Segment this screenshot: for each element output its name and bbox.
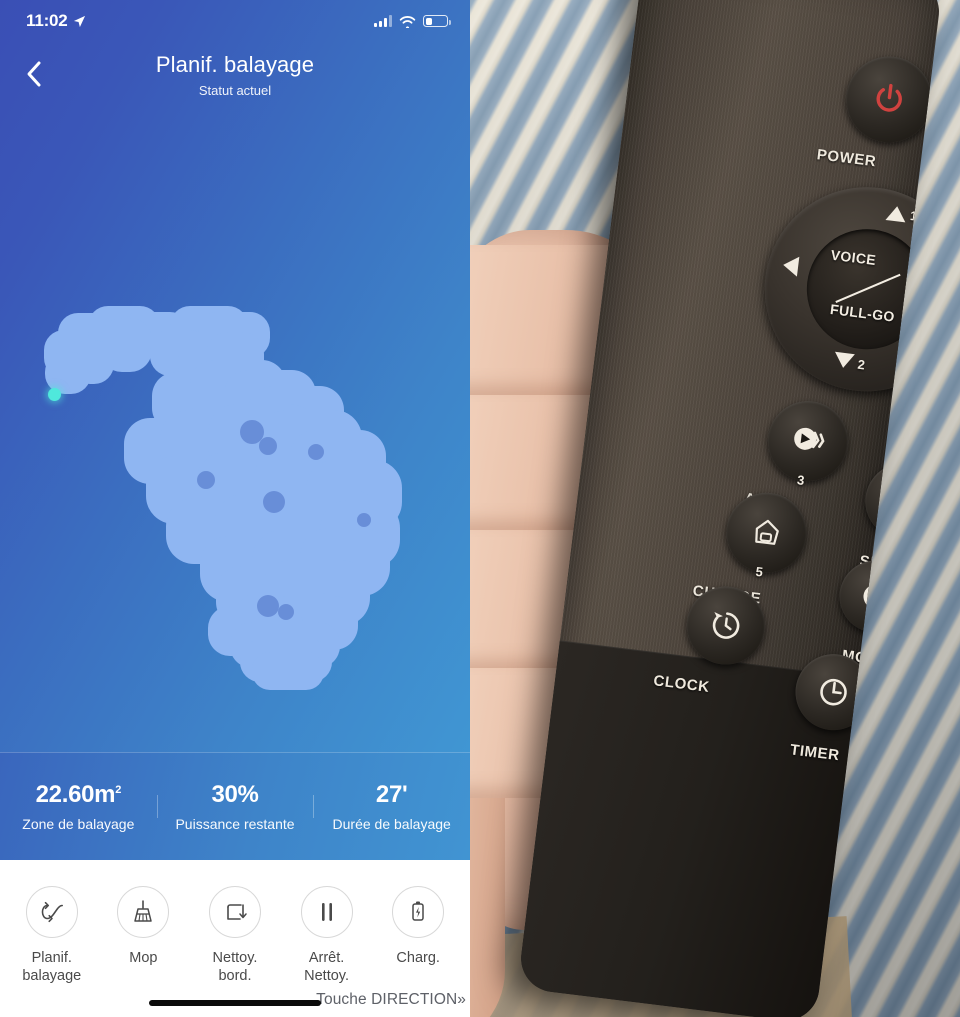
map-pane[interactable]: 11:02 Planif. balayage Statut actuel bbox=[0, 0, 470, 752]
dpad-fullgo-label: FULL-GO bbox=[829, 300, 896, 325]
status-bar-left: 11:02 bbox=[26, 11, 86, 31]
wifi-icon bbox=[399, 15, 416, 28]
toolbar-label-mop: Mop bbox=[129, 950, 158, 966]
play-auto-icon bbox=[794, 427, 825, 450]
stat-duration: 27' Durée de balayage bbox=[313, 781, 470, 832]
status-time: 11:02 bbox=[26, 11, 68, 30]
dpad-voice-label: VOICE bbox=[829, 246, 878, 269]
stat-area: 22.60m2 Zone de balayage bbox=[0, 781, 157, 832]
dpad-up-arrow[interactable] bbox=[885, 205, 908, 223]
screenshot-root: 11:02 Planif. balayage Statut actuel 22.… bbox=[0, 0, 960, 1017]
home-dock-icon bbox=[755, 519, 779, 545]
zigzag-route-icon bbox=[25, 886, 78, 938]
page-subtitle: Statut actuel bbox=[198, 83, 272, 98]
home-indicator-bar[interactable] bbox=[149, 1000, 321, 1006]
clock-back-icon bbox=[712, 612, 740, 639]
page-title: Planif. balayage bbox=[155, 52, 315, 77]
status-bar-right bbox=[374, 15, 451, 28]
nav-title-group: Planif. balayage Statut actuel bbox=[0, 46, 470, 98]
stat-battery-value: 30% bbox=[211, 781, 259, 808]
toolbar-label-stop: Arrêt. Nettoy. bbox=[304, 950, 349, 985]
edge-clean-icon bbox=[208, 886, 261, 938]
toolbar-item-planif[interactable]: Planif. balayage bbox=[6, 886, 98, 985]
stat-battery-label: Puissance restante bbox=[175, 816, 295, 832]
stat-area-label: Zone de balayage bbox=[22, 816, 135, 832]
clock-icon bbox=[820, 678, 847, 706]
toolbar-item-mop[interactable]: Mop bbox=[98, 886, 190, 985]
stat-battery: 30% Puissance restante bbox=[156, 781, 314, 832]
toolbar-item-edge[interactable]: Nettoy. bord. bbox=[189, 886, 281, 985]
status-bar: 11:02 bbox=[0, 0, 470, 42]
remote-control-photo: POWER 7 POWERFUL 1 2 bbox=[470, 0, 960, 1017]
stat-duration-value: 27' bbox=[375, 781, 408, 808]
toolbar-label-charge: Charg. bbox=[396, 950, 440, 966]
dpad-divider-slash bbox=[835, 273, 901, 303]
stat-area-exponent: 2 bbox=[115, 784, 122, 796]
toolbar-label-edge: Nettoy. bord. bbox=[212, 950, 258, 985]
stat-area-number: 22.60m bbox=[35, 781, 116, 808]
phone-app-panel: 11:02 Planif. balayage Statut actuel 22.… bbox=[0, 0, 470, 1017]
nav-header: Planif. balayage Statut actuel bbox=[0, 46, 470, 116]
dpad-down-arrow[interactable] bbox=[833, 351, 855, 370]
stats-bar: 22.60m2 Zone de balayage 30% Puissance r… bbox=[0, 752, 470, 860]
toolbar-item-stop[interactable]: Arrêt. Nettoy. bbox=[281, 886, 373, 985]
direction-caption: Touche DIRECTION» bbox=[316, 991, 466, 1008]
battery-icon bbox=[423, 15, 451, 27]
robot-position-marker bbox=[48, 388, 61, 401]
toolbar-item-charge[interactable]: Charg. bbox=[372, 886, 464, 985]
stat-duration-label: Durée de balayage bbox=[332, 816, 451, 832]
dpad-left-arrow[interactable] bbox=[782, 254, 800, 277]
dpad-down-number: 2 bbox=[856, 356, 866, 373]
toolbar-label-planif: Planif. balayage bbox=[22, 950, 82, 985]
location-arrow-icon bbox=[73, 15, 85, 27]
stat-area-value: 22.60m2 bbox=[0, 781, 157, 809]
bottom-toolbar: Planif. balayage Mop Nettoy. bord. Arrêt… bbox=[0, 860, 470, 1017]
power-icon bbox=[876, 83, 902, 112]
back-button[interactable] bbox=[10, 50, 58, 98]
chevron-left-icon bbox=[27, 61, 41, 87]
cellular-signal-icon bbox=[374, 15, 392, 27]
toolbar-items: Planif. balayage Mop Nettoy. bord. Arrêt… bbox=[0, 860, 470, 985]
battery-charge-icon bbox=[392, 886, 445, 938]
broom-icon bbox=[117, 886, 170, 938]
pause-icon bbox=[300, 886, 353, 938]
